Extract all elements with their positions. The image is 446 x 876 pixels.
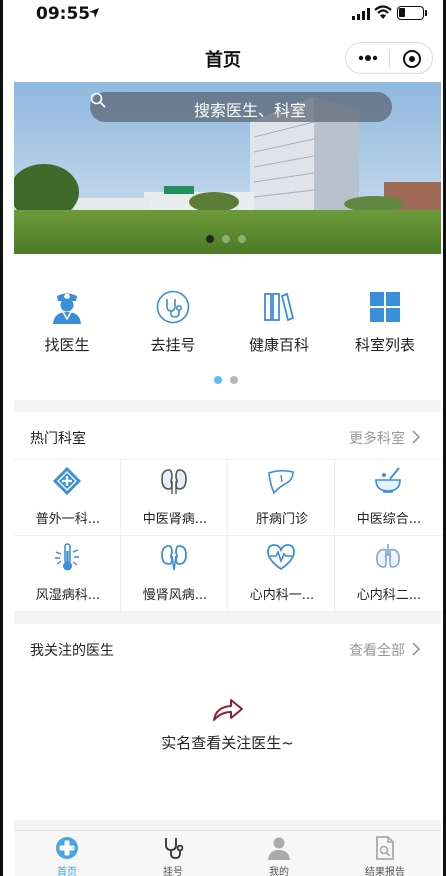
dept-item[interactable]: 普外一科... xyxy=(14,460,121,536)
followed-doctors-section: 我关注的医生 查看全部 实名查看关注医生~ xyxy=(14,624,441,820)
view-all-link[interactable]: 查看全部 xyxy=(349,640,405,660)
status-bar: 09:55 xyxy=(0,0,446,28)
grid-icon xyxy=(370,292,400,322)
capsule-divider xyxy=(389,50,390,68)
chevron-right-icon[interactable] xyxy=(412,642,421,656)
quick-menu: 找医生 去挂号 健康百科 科室列表 xyxy=(14,262,441,398)
tab-home[interactable]: 首页 xyxy=(14,831,120,876)
quick-item-health-wiki[interactable]: 健康百科 xyxy=(226,290,332,360)
more-departments-link[interactable]: 更多科室 xyxy=(349,428,405,448)
dept-label: 普外一科... xyxy=(35,512,101,527)
dept-item[interactable]: 中医综合... xyxy=(335,460,442,536)
cellular-signal-icon xyxy=(352,8,370,20)
lungs-icon xyxy=(376,544,400,568)
mortar-icon xyxy=(375,467,401,493)
battery-icon xyxy=(397,6,424,20)
dept-label: 风湿病科... xyxy=(35,588,101,603)
dept-label: 心内科一... xyxy=(249,588,315,603)
tab-label: 我的 xyxy=(269,867,289,876)
dept-label: 肝病门诊 xyxy=(255,512,308,527)
tab-label: 首页 xyxy=(57,867,77,876)
dept-label: 慢肾风病... xyxy=(142,588,208,603)
quick-item-dept-list[interactable]: 科室列表 xyxy=(332,290,438,360)
dept-item[interactable]: 心内科一... xyxy=(228,536,335,612)
quick-item-label: 去挂号 xyxy=(150,336,196,354)
section-gap xyxy=(14,400,441,412)
device-frame-left xyxy=(0,0,3,876)
dept-item[interactable]: 心内科二... xyxy=(335,536,442,612)
search-placeholder: 搜索医生、科室 xyxy=(194,101,307,120)
dept-item[interactable]: 风湿病科... xyxy=(14,536,121,612)
section-gap xyxy=(14,612,441,624)
banner-dot[interactable] xyxy=(222,235,230,243)
person-icon xyxy=(268,837,290,860)
dept-item[interactable]: 慢肾风病... xyxy=(121,536,228,612)
tab-reports[interactable]: 结果报告 xyxy=(332,831,438,876)
dept-label: 心内科二... xyxy=(356,588,422,603)
stethoscope-icon xyxy=(165,838,184,859)
mini-program-capsule xyxy=(345,42,433,74)
section-title: 我关注的医生 xyxy=(30,643,114,659)
thermometer-icon xyxy=(55,543,79,571)
tab-bar: 首页 挂号 我的 结果报告 xyxy=(14,830,441,876)
quick-item-find-doctor[interactable]: 找医生 xyxy=(14,290,120,360)
search-input[interactable]: 搜索医生、科室 xyxy=(90,92,392,122)
kidney-icon xyxy=(161,469,187,494)
section-title: 热门科室 xyxy=(30,431,86,447)
empty-state-text: 实名查看关注医生~ xyxy=(161,734,294,752)
quick-item-label: 科室列表 xyxy=(354,336,415,354)
books-icon xyxy=(264,292,295,322)
more-options-icon[interactable] xyxy=(358,53,378,63)
status-time: 09:55 xyxy=(36,4,91,24)
nav-bar: 首页 xyxy=(0,32,446,82)
banner-dot[interactable] xyxy=(238,235,246,243)
liver-icon xyxy=(268,469,294,495)
dept-item[interactable]: 肝病门诊 xyxy=(228,460,335,536)
quick-menu-pagination xyxy=(214,376,244,386)
tab-register[interactable]: 挂号 xyxy=(120,831,226,876)
page-dot[interactable] xyxy=(230,376,238,384)
kidney-outline-icon xyxy=(161,545,187,571)
tab-label: 结果报告 xyxy=(365,867,405,876)
hero-banner[interactable]: 搜索医生、科室 xyxy=(14,82,441,254)
home-cross-icon xyxy=(56,837,78,859)
dept-label: 中医综合... xyxy=(356,512,422,527)
department-grid: 普外一科... 中医肾病... 肝病门诊 中医综合... 风湿病科... 慢肾风… xyxy=(14,459,442,612)
tab-mine[interactable]: 我的 xyxy=(226,831,332,876)
location-arrow-icon xyxy=(89,8,99,18)
report-icon xyxy=(376,836,394,860)
plus-diamond-icon xyxy=(53,467,81,495)
chevron-right-icon[interactable] xyxy=(412,430,421,444)
stethoscope-icon xyxy=(156,290,190,324)
banner-pagination xyxy=(206,235,256,245)
battery-tip xyxy=(425,10,427,16)
section-gap xyxy=(14,820,441,830)
quick-item-label: 找医生 xyxy=(44,336,90,354)
share-arrow-icon xyxy=(213,699,243,721)
tab-label: 挂号 xyxy=(163,867,183,876)
doctor-icon xyxy=(53,293,81,324)
wifi-icon xyxy=(374,5,392,19)
dept-label: 中医肾病... xyxy=(142,512,208,527)
page-dot-active[interactable] xyxy=(214,376,222,384)
close-miniprogram-icon[interactable] xyxy=(403,50,421,68)
quick-item-register[interactable]: 去挂号 xyxy=(120,290,226,360)
search-icon xyxy=(90,92,106,108)
heart-pulse-icon xyxy=(267,544,295,571)
hot-departments-section: 热门科室 更多科室 普外一科... 中医肾病... 肝病门诊 中医综合... 风… xyxy=(14,412,442,612)
banner-dot-active[interactable] xyxy=(206,235,214,243)
quick-item-label: 健康百科 xyxy=(248,336,309,354)
dept-item[interactable]: 中医肾病... xyxy=(121,460,228,536)
